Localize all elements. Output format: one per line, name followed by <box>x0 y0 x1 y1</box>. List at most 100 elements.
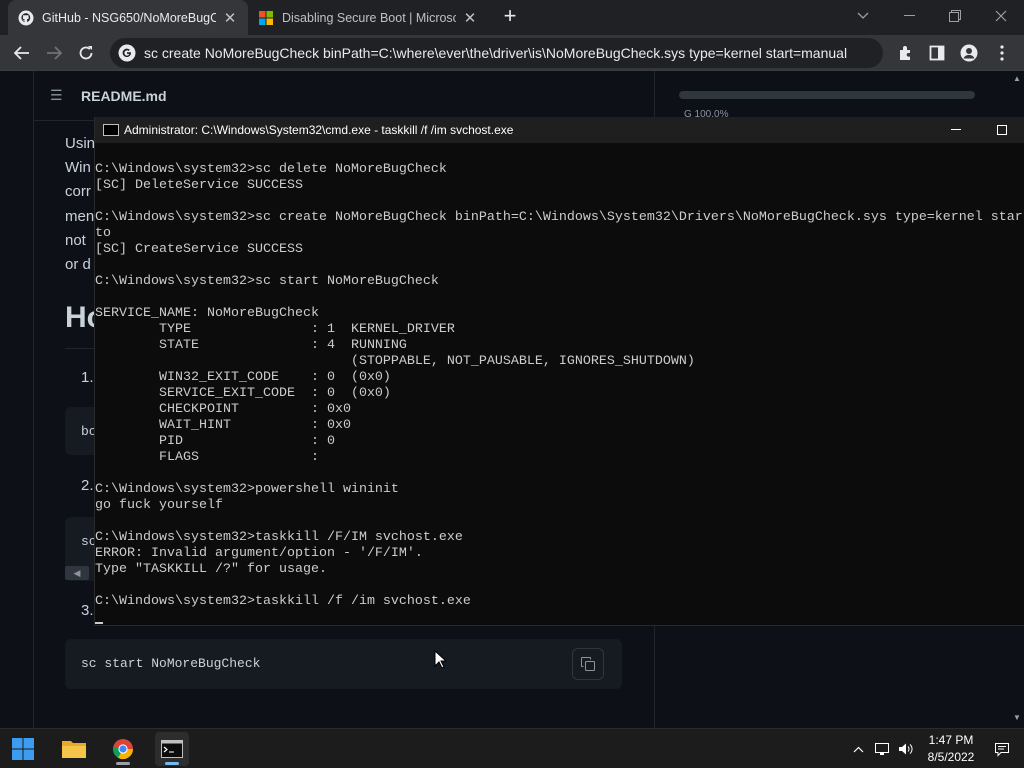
cmd-line: WAIT_HINT : 0x0 <box>95 418 351 433</box>
cmd-line: SERVICE_EXIT_CODE : 0 (0x0) <box>95 386 391 401</box>
code-text: sc start NoMoreBugCheck <box>81 656 261 671</box>
address-bar[interactable]: sc create NoMoreBugCheck binPath=C:\wher… <box>110 38 883 68</box>
tab-github[interactable]: GitHub - NSG650/NoMoreBugCh ✕ <box>8 0 248 35</box>
restore-icon[interactable] <box>932 0 978 32</box>
side-panel-icon[interactable] <box>923 39 951 67</box>
cmd-title-bar[interactable]: Administrator: C:\Windows\System32\cmd.e… <box>95 117 1024 143</box>
cmd-line <box>95 466 1024 482</box>
readme-paragraph-fragment: men <box>65 208 95 225</box>
menu-kebab-icon[interactable] <box>988 39 1016 67</box>
tab-title: Disabling Secure Boot | Microsoft <box>282 10 456 25</box>
clock-time: 1:47 PM <box>928 733 974 747</box>
taskbar: 1:47 PM 8/5/2022 <box>0 728 1024 768</box>
address-text: sc create NoMoreBugCheck binPath=C:\wher… <box>144 45 848 61</box>
readme-paragraph-fragment: Win <box>65 159 91 176</box>
cmd-line: go fuck yourself <box>95 498 223 513</box>
code-block: sc start NoMoreBugCheck <box>65 639 622 689</box>
cmd-line <box>95 514 1024 530</box>
close-tab-icon[interactable]: ✕ <box>222 9 238 27</box>
chrome-button[interactable] <box>106 732 140 766</box>
readme-title: README.md <box>81 87 167 104</box>
cmd-line: C:\Windows\system32>sc create NoMoreBugC… <box>95 210 1024 225</box>
close-window-icon[interactable] <box>978 0 1024 32</box>
cmd-icon <box>161 740 183 758</box>
cmd-line: WIN32_EXIT_CODE : 0 (0x0) <box>95 370 391 385</box>
readme-paragraph-fragment: Usin <box>65 135 96 152</box>
running-indicator <box>116 762 130 765</box>
profile-avatar-icon[interactable] <box>955 39 983 67</box>
google-icon <box>118 44 136 62</box>
cmd-line <box>95 290 1024 306</box>
start-button[interactable] <box>6 732 40 766</box>
cmd-line: Type "TASKKILL /?" for usage. <box>95 562 327 577</box>
new-tab-plus-icon[interactable]: + <box>498 5 522 29</box>
language-bar <box>679 91 975 99</box>
show-hidden-icons-chevron-icon[interactable] <box>848 729 868 768</box>
cmd-output[interactable]: C:\Windows\system32>sc delete NoMoreBugC… <box>95 162 1024 622</box>
notifications-icon[interactable] <box>990 729 1014 768</box>
cmd-maximize-icon[interactable] <box>979 117 1024 143</box>
close-tab-icon[interactable]: ✕ <box>462 9 478 27</box>
tab-secure-boot[interactable]: Disabling Secure Boot | Microsoft ✕ <box>248 0 488 35</box>
cmd-line: STATE : 4 RUNNING <box>95 338 407 353</box>
copy-icon <box>581 657 595 671</box>
microsoft-icon <box>259 10 273 25</box>
cmd-line <box>95 258 1024 274</box>
cmd-window-icon <box>103 124 119 136</box>
cmd-line: [SC] CreateService SUCCESS <box>95 242 303 257</box>
cmd-line: SERVICE_NAME: NoMoreBugCheck <box>95 306 319 321</box>
cmd-window[interactable]: Administrator: C:\Windows\System32\cmd.e… <box>94 117 1024 626</box>
windows-start-icon <box>12 738 34 760</box>
browser-tab-strip: GitHub - NSG650/NoMoreBugCh ✕ Disabling … <box>0 0 1024 35</box>
cmd-line: TYPE : 1 KERNEL_DRIVER <box>95 322 455 337</box>
mouse-cursor-icon <box>434 650 446 669</box>
cmd-button[interactable] <box>155 732 189 766</box>
browser-toolbar: sc create NoMoreBugCheck binPath=C:\wher… <box>0 35 1024 71</box>
text-cursor <box>95 622 103 624</box>
file-explorer-icon <box>62 741 86 758</box>
list-number: 2. <box>81 477 94 494</box>
cmd-line: C:\Windows\system32>powershell wininit <box>95 482 399 497</box>
cmd-line: C:\Windows\system32>taskkill /f /im svch… <box>95 594 471 609</box>
readme-paragraph-fragment: not <box>65 232 86 249</box>
tab-search-chevron-icon[interactable] <box>840 0 886 32</box>
back-arrow-icon[interactable] <box>8 39 36 67</box>
list-number: 1. <box>81 369 94 386</box>
cmd-line: (STOPPABLE, NOT_PAUSABLE, IGNORES_SHUTDO… <box>95 354 695 369</box>
list-unordered-icon[interactable]: ☰ <box>50 87 66 104</box>
cmd-line <box>95 194 1024 210</box>
cmd-minimize-icon[interactable] <box>933 117 979 143</box>
readme-header: ☰ README.md <box>34 71 654 121</box>
cmd-line: CHECKPOINT : 0x0 <box>95 402 351 417</box>
divider <box>33 71 34 728</box>
scroll-left-arrow-icon[interactable]: ◀ <box>65 566 89 580</box>
chrome-icon <box>112 739 134 760</box>
file-explorer-button[interactable] <box>57 732 91 766</box>
cmd-line: FLAGS : <box>95 450 319 465</box>
network-icon[interactable] <box>872 729 892 768</box>
system-clock[interactable]: 1:47 PM 8/5/2022 <box>920 732 982 766</box>
cmd-line: C:\Windows\system32>sc start NoMoreBugCh… <box>95 274 439 289</box>
extensions-puzzle-icon[interactable] <box>892 39 920 67</box>
forward-arrow-icon[interactable] <box>40 39 68 67</box>
cmd-title: Administrator: C:\Windows\System32\cmd.e… <box>124 123 514 137</box>
tab-title: GitHub - NSG650/NoMoreBugCh <box>42 10 216 25</box>
readme-paragraph-fragment: or d <box>65 256 91 273</box>
github-icon <box>18 10 34 25</box>
list-number: 3. <box>81 602 94 619</box>
readme-paragraph-fragment: corr <box>65 183 91 200</box>
cmd-line: PID : 0 <box>95 434 335 449</box>
cmd-line: C:\Windows\system32>taskkill /F/IM svcho… <box>95 530 463 545</box>
cmd-line: [SC] DeleteService SUCCESS <box>95 178 303 193</box>
scroll-down-arrow-icon[interactable]: ▼ <box>1013 713 1021 722</box>
minimize-icon[interactable] <box>886 0 932 32</box>
cmd-line <box>95 578 1024 594</box>
scroll-up-arrow-icon[interactable]: ▲ <box>1013 74 1021 83</box>
active-indicator <box>165 762 179 765</box>
clock-date: 8/5/2022 <box>927 750 975 764</box>
volume-icon[interactable] <box>896 729 916 768</box>
reload-icon[interactable] <box>72 39 100 67</box>
cmd-line: to <box>95 226 111 241</box>
cmd-line: C:\Windows\system32>sc delete NoMoreBugC… <box>95 162 447 177</box>
copy-button[interactable] <box>572 648 604 680</box>
